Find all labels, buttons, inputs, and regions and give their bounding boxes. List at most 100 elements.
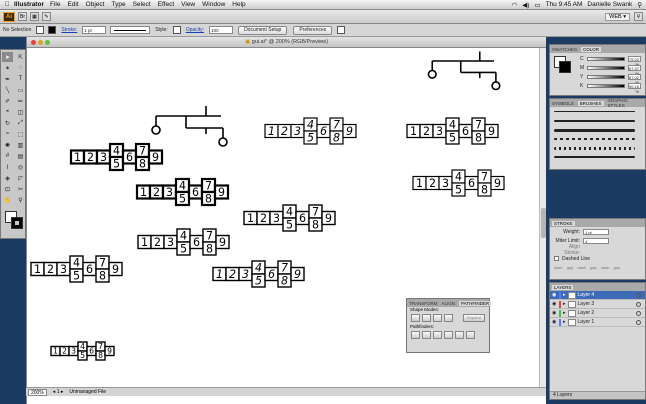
- layer-row[interactable]: ◉ ▸ Layer 3: [550, 300, 645, 309]
- visibility-eye-icon[interactable]: ◉: [552, 319, 557, 325]
- brush-item[interactable]: [550, 152, 645, 161]
- lasso-tool-icon[interactable]: ◌: [15, 63, 26, 73]
- layer-target-icon[interactable]: [636, 310, 641, 316]
- zoom-tool-icon[interactable]: ⚲: [15, 195, 26, 205]
- digit-group[interactable]: 123456789: [243, 204, 336, 232]
- visibility-eye-icon[interactable]: ◉: [552, 292, 557, 298]
- opacity-field[interactable]: 100: [209, 26, 234, 34]
- tab-transform[interactable]: TRANSFORM: [409, 301, 438, 306]
- zoom-level-field[interactable]: 200%: [28, 388, 47, 396]
- visibility-eye-icon[interactable]: ◉: [552, 301, 557, 307]
- unite-icon[interactable]: [411, 314, 420, 322]
- zoom-window-icon[interactable]: [45, 40, 50, 45]
- layer-target-icon[interactable]: [636, 301, 641, 307]
- wifi-icon[interactable]: ◠: [512, 1, 518, 9]
- panel-menu-icon[interactable]: [337, 26, 346, 34]
- spotlight-icon[interactable]: ⚲: [637, 1, 642, 9]
- tab-brushes[interactable]: BRUSHES: [577, 100, 604, 106]
- fill-stroke-selector[interactable]: [3, 209, 23, 233]
- disclosure-triangle-icon[interactable]: ▸: [563, 310, 566, 316]
- type-tool-icon[interactable]: T: [15, 74, 26, 84]
- eraser-tool-icon[interactable]: ◫: [15, 107, 26, 117]
- stroke-profile-select[interactable]: [110, 26, 151, 34]
- rectangle-tool-icon[interactable]: ▭: [15, 85, 26, 95]
- visibility-eye-icon[interactable]: ◉: [552, 310, 557, 316]
- blob-brush-tool-icon[interactable]: ◓: [2, 107, 13, 117]
- minus-front-icon[interactable]: [422, 314, 431, 322]
- close-window-icon[interactable]: [31, 40, 36, 45]
- stroke-weight-input[interactable]: 1 pt: [583, 228, 609, 235]
- selection-tool-icon[interactable]: ➤: [2, 52, 13, 62]
- layer-row[interactable]: ◉ ▸ Layer 1: [550, 318, 645, 327]
- preferences-button[interactable]: Preferences: [293, 25, 333, 35]
- search-icon[interactable]: ⚲: [634, 12, 643, 21]
- brush-item[interactable]: [550, 125, 645, 134]
- digit-group[interactable]: 123456789: [137, 228, 230, 256]
- digit-group[interactable]: 123456789: [50, 341, 115, 361]
- menu-help[interactable]: Help: [232, 1, 245, 8]
- layer-target-icon[interactable]: [636, 319, 641, 325]
- blend-tool-icon[interactable]: ◎: [15, 162, 26, 172]
- warp-tool-icon[interactable]: ≈: [2, 129, 13, 139]
- tree-diagram[interactable]: [151, 106, 228, 147]
- brush-item[interactable]: [550, 143, 645, 152]
- menu-type[interactable]: Type: [111, 1, 125, 8]
- menu-window[interactable]: Window: [202, 1, 225, 8]
- document-setup-button[interactable]: Document Setup: [238, 25, 288, 35]
- channel-slider[interactable]: [587, 74, 625, 79]
- battery-icon[interactable]: ▭: [534, 1, 540, 9]
- paintbrush-tool-icon[interactable]: ✐: [2, 96, 13, 106]
- brush-item[interactable]: [550, 107, 645, 116]
- fill-swatch[interactable]: [36, 26, 45, 34]
- opacity-link[interactable]: Opacity:: [186, 27, 204, 33]
- artboard-nav[interactable]: ◂ 1 ▸: [53, 389, 64, 395]
- trim-icon[interactable]: [422, 331, 431, 339]
- slice-tool-icon[interactable]: ◸: [15, 173, 26, 183]
- magic-wand-tool-icon[interactable]: ✶: [2, 63, 13, 73]
- stroke-swatch[interactable]: [48, 26, 57, 34]
- menu-effect[interactable]: Effect: [158, 1, 175, 8]
- layer-row[interactable]: ◉ ▸ Layer 2: [550, 309, 645, 318]
- symbol-sprayer-tool-icon[interactable]: ✺: [2, 140, 13, 150]
- stroke-weight-field[interactable]: 1 pt: [82, 26, 107, 34]
- volume-icon[interactable]: ◀): [522, 1, 529, 9]
- channel-slider[interactable]: [587, 56, 625, 61]
- tab-symbols[interactable]: SYMBOLS: [552, 101, 574, 106]
- scale-tool-icon[interactable]: ⤢: [15, 118, 26, 128]
- channel-slider[interactable]: [587, 65, 625, 70]
- live-paint-tool-icon[interactable]: ◈: [2, 173, 13, 183]
- disclosure-triangle-icon[interactable]: ▸: [563, 319, 566, 325]
- free-transform-tool-icon[interactable]: ⬚: [15, 129, 26, 139]
- pen-tool-icon[interactable]: ✒: [2, 74, 13, 84]
- bridge-icon[interactable]: Br: [18, 12, 27, 21]
- channel-slider[interactable]: [587, 83, 625, 88]
- color-stroke-box[interactable]: [559, 61, 571, 73]
- color-channel-y[interactable]: Y67.02 %: [550, 72, 645, 85]
- graph-tool-icon[interactable]: ▥: [15, 140, 26, 150]
- expand-button[interactable]: Expand: [463, 314, 485, 322]
- layer-target-icon[interactable]: [636, 292, 641, 298]
- menu-select[interactable]: Select: [133, 1, 151, 8]
- hand-tool-icon[interactable]: ✋: [2, 195, 13, 205]
- gradient-tool-icon[interactable]: ▤: [15, 151, 26, 161]
- menu-view[interactable]: View: [181, 1, 195, 8]
- disclosure-triangle-icon[interactable]: ▸: [563, 292, 566, 298]
- minimize-window-icon[interactable]: [38, 40, 43, 45]
- menu-app-name[interactable]: Illustrator: [14, 1, 44, 8]
- layer-row[interactable]: ◉ ▸ Layer 4: [550, 291, 645, 300]
- exclude-icon[interactable]: [444, 314, 453, 322]
- digit-group[interactable]: 123456789: [69, 142, 164, 172]
- mesh-tool-icon[interactable]: #: [2, 151, 13, 161]
- tree-diagram[interactable]: [427, 51, 501, 91]
- menu-file[interactable]: File: [50, 1, 60, 8]
- digit-group[interactable]: 123456789: [412, 169, 505, 197]
- dashed-line-checkbox[interactable]: [554, 256, 559, 261]
- stroke-box[interactable]: [11, 217, 23, 229]
- digit-group[interactable]: 123456789: [30, 255, 123, 283]
- outline-icon[interactable]: [455, 331, 464, 339]
- minus-back-icon[interactable]: [466, 331, 475, 339]
- disclosure-triangle-icon[interactable]: ▸: [563, 301, 566, 307]
- direct-selection-tool-icon[interactable]: ⇱: [15, 52, 26, 62]
- apple-icon[interactable]: : [0, 1, 14, 8]
- tab-pathfinder[interactable]: PATHFINDER: [459, 300, 492, 306]
